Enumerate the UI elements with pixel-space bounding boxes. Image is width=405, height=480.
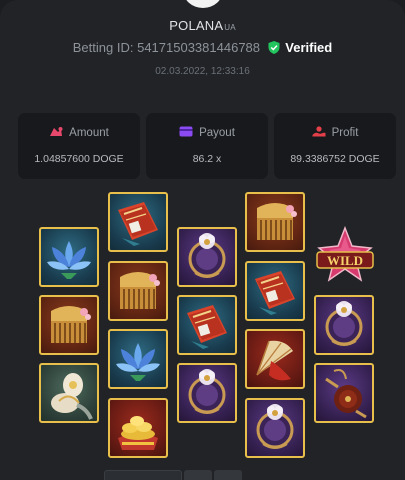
slot-reels: WILD — [0, 0, 405, 480]
reel-symbol-purse — [314, 363, 374, 423]
reel-symbol-gold — [108, 398, 168, 458]
reel-symbol-mirror — [177, 363, 237, 423]
reel-symbol-fan — [245, 329, 305, 389]
pagination-button-2[interactable] — [184, 470, 212, 480]
reel-symbol-mirror — [177, 227, 237, 287]
reel-symbol-wild: WILD — [315, 225, 375, 288]
reel-symbol-book — [108, 192, 168, 252]
bet-detail-panel: POLANAUA Betting ID: 54171503381446788 V… — [0, 0, 405, 480]
reel-symbol-lotus — [39, 227, 99, 287]
reel-symbol-gourd — [39, 363, 99, 423]
reel-symbol-mirror — [245, 398, 305, 458]
reel-symbol-comb — [39, 295, 99, 355]
pagination — [104, 470, 242, 480]
pagination-button-3[interactable] — [214, 470, 242, 480]
reel-symbol-mirror — [314, 295, 374, 355]
reel-symbol-comb — [245, 192, 305, 252]
reel-symbol-lotus — [108, 329, 168, 389]
reel-symbol-book — [177, 295, 237, 355]
reel-symbol-comb — [108, 261, 168, 321]
wild-label: WILD — [327, 253, 363, 268]
pagination-button-1[interactable] — [104, 470, 182, 480]
reel-symbol-book — [245, 261, 305, 321]
